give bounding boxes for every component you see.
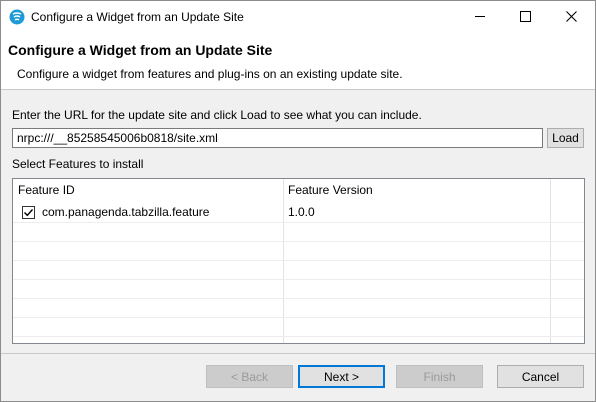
cancel-button[interactable]: Cancel	[497, 365, 584, 388]
dialog-window: Configure a Widget from an Update Site C…	[0, 0, 596, 402]
minimize-icon	[474, 16, 485, 17]
select-features-label: Select Features to install	[12, 157, 144, 171]
header-description: Configure a widget from features and plu…	[17, 67, 403, 81]
column-divider	[550, 179, 551, 343]
header-title: Configure a Widget from an Update Site	[8, 42, 273, 58]
maximize-icon	[520, 11, 531, 22]
next-button[interactable]: Next >	[298, 365, 385, 388]
checkmark-icon	[24, 209, 34, 217]
feature-id-cell: com.panagenda.tabzilla.feature	[42, 205, 210, 219]
row-divider	[13, 298, 584, 299]
close-button[interactable]	[549, 1, 594, 32]
url-input[interactable]	[12, 128, 543, 148]
feature-checkbox[interactable]	[22, 206, 35, 219]
table-header: Feature ID Feature Version	[13, 179, 584, 201]
maximize-button[interactable]	[503, 1, 548, 32]
row-divider	[13, 336, 584, 337]
dialog-header: Configure a Widget from an Update Site C…	[1, 32, 595, 90]
row-divider	[13, 317, 584, 318]
back-button[interactable]: < Back	[206, 365, 293, 388]
features-table: Feature ID Feature Version com.panagenda…	[12, 178, 585, 344]
column-header-feature-id[interactable]: Feature ID	[13, 179, 283, 201]
feature-version-cell: 1.0.0	[288, 205, 315, 219]
app-icon	[9, 9, 25, 25]
window-title: Configure a Widget from an Update Site	[31, 10, 244, 24]
row-divider	[13, 241, 584, 242]
row-divider	[13, 279, 584, 280]
row-divider	[13, 260, 584, 261]
title-bar: Configure a Widget from an Update Site	[1, 1, 595, 32]
load-button[interactable]: Load	[547, 128, 584, 148]
row-divider	[13, 222, 584, 223]
url-prompt: Enter the URL for the update site and cl…	[12, 108, 422, 122]
finish-button[interactable]: Finish	[396, 365, 483, 388]
minimize-button[interactable]	[457, 1, 502, 32]
column-header-feature-version[interactable]: Feature Version	[283, 179, 550, 201]
column-header-filler	[550, 179, 584, 201]
footer-separator	[1, 353, 595, 354]
close-icon	[566, 11, 577, 22]
column-divider	[283, 179, 284, 343]
